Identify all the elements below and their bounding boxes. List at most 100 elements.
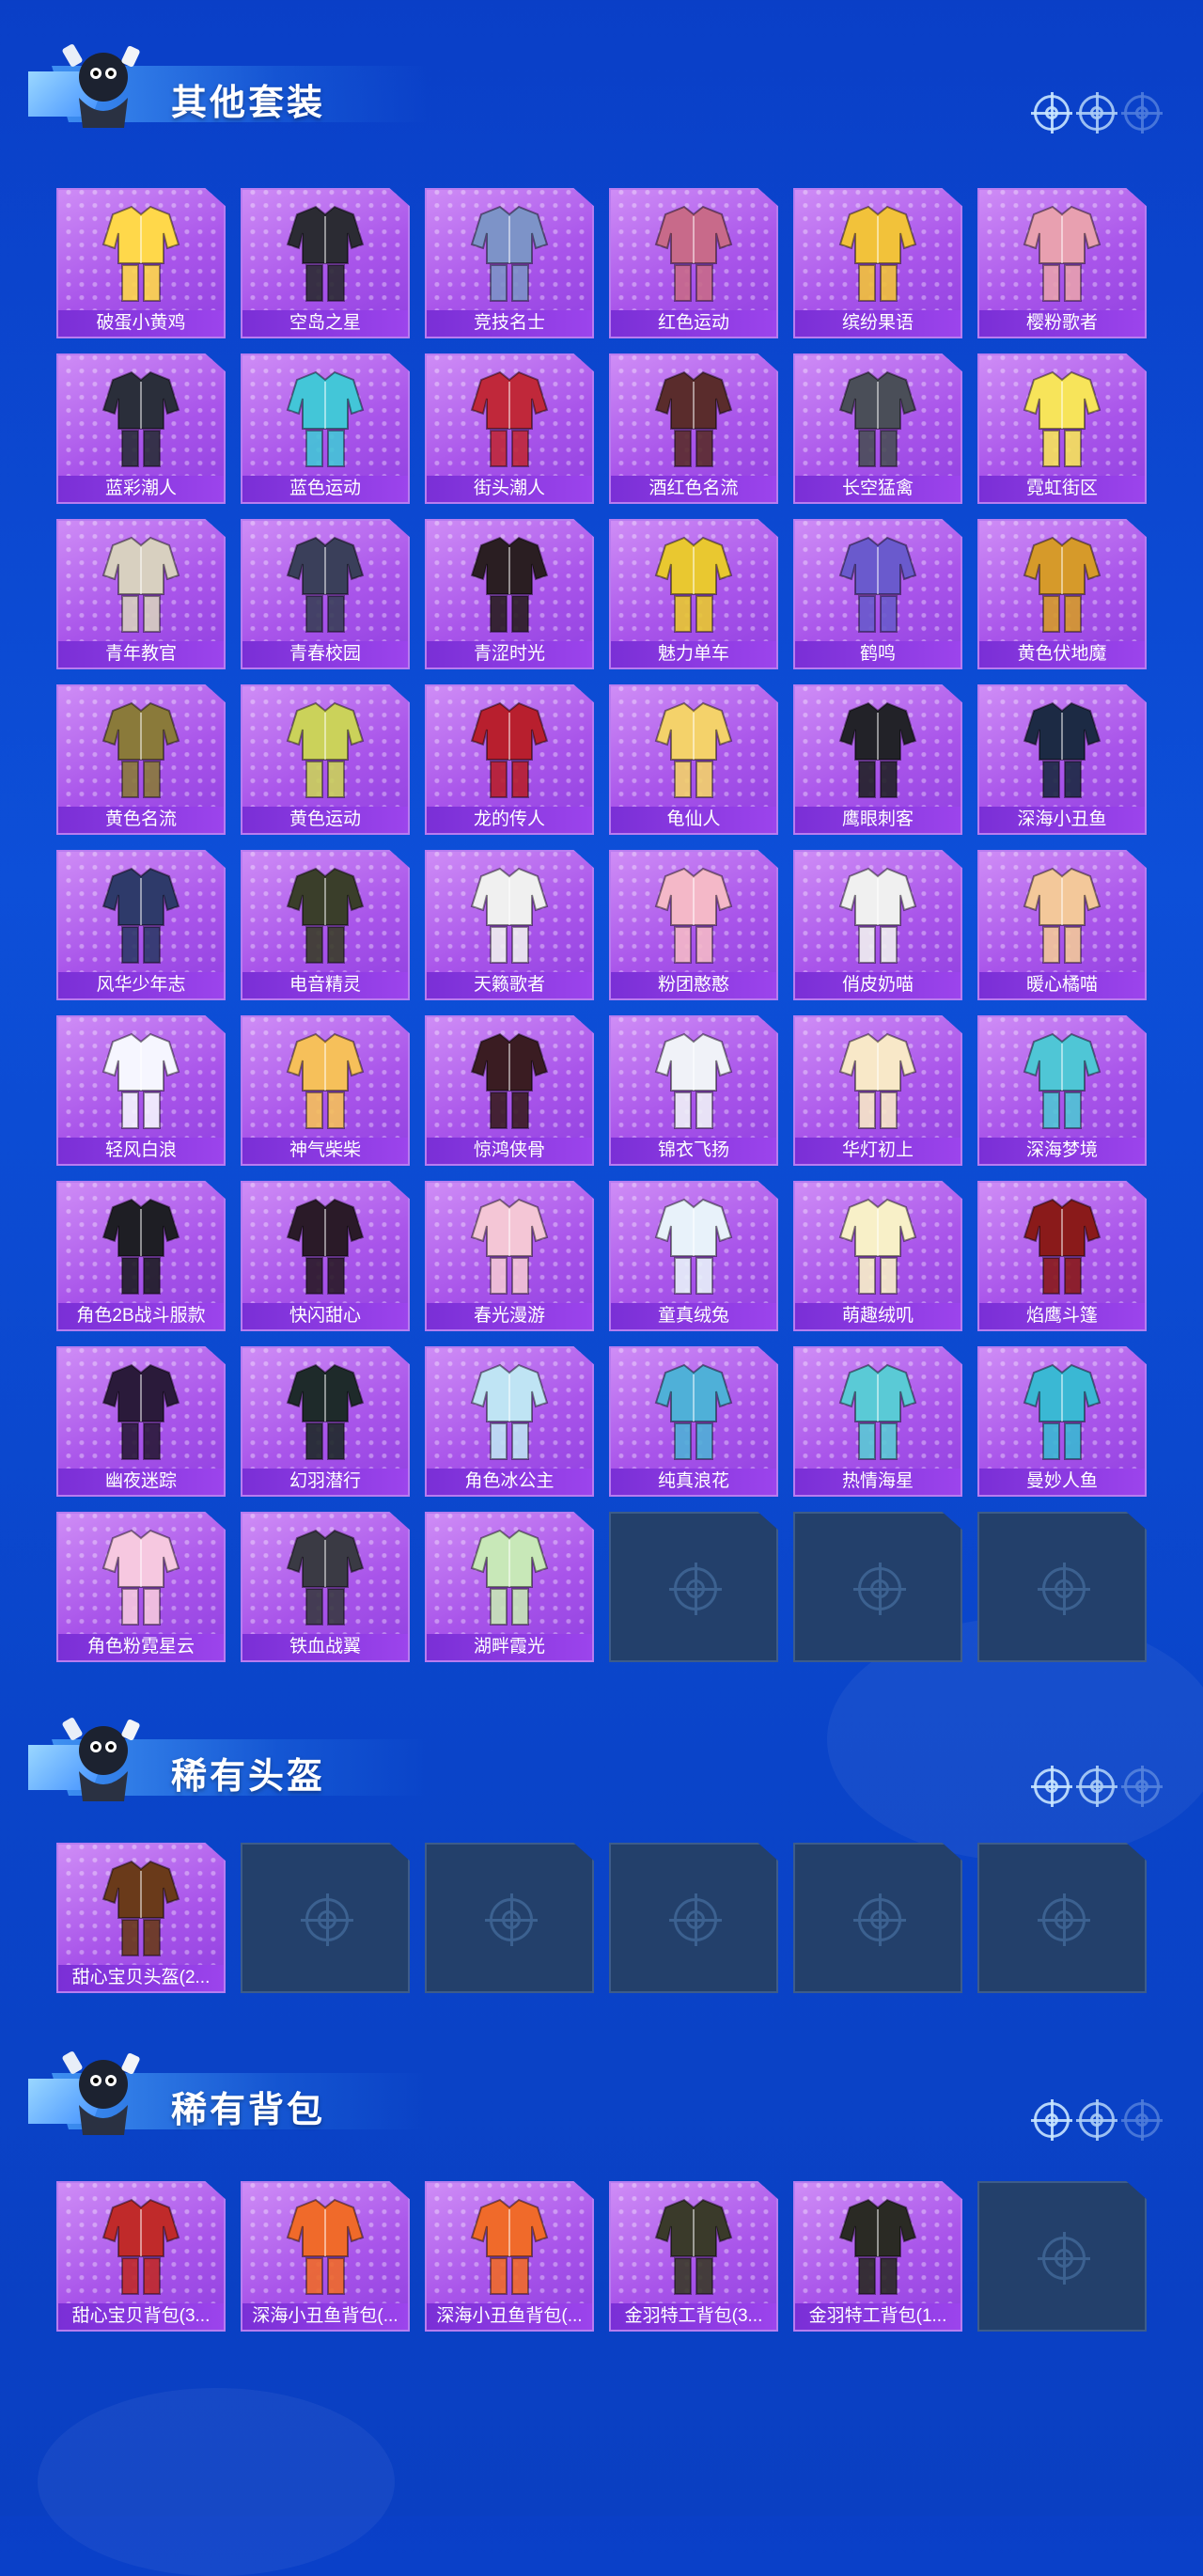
item-label: 童真绒兔	[611, 1303, 776, 1329]
item-card[interactable]: 青年教官	[56, 519, 226, 669]
item-card[interactable]: 缤纷果语	[793, 188, 962, 338]
item-card[interactable]: 天籁歌者	[425, 850, 594, 1000]
iron-armor-icon	[269, 1519, 382, 1630]
item-card[interactable]: 街头潮人	[425, 353, 594, 504]
item-label: 华灯初上	[795, 1138, 961, 1164]
item-card[interactable]: 金羽特工背包(3...	[609, 2181, 778, 2332]
item-card[interactable]: 快闪甜心	[241, 1181, 410, 1331]
item-label: 黄色名流	[58, 807, 224, 833]
item-card[interactable]: 热情海星	[793, 1346, 962, 1497]
item-label: 龙的传人	[427, 807, 592, 833]
bunny-outfit-icon	[637, 1188, 750, 1299]
item-card[interactable]: 长空猛禽	[793, 353, 962, 504]
floral-jacket-icon	[453, 1188, 566, 1299]
item-card[interactable]: 俏皮奶喵	[793, 850, 962, 1000]
black-red-uniform-icon	[453, 526, 566, 637]
item-card[interactable]: 鹤鸣	[793, 519, 962, 669]
item-card[interactable]: 蓝彩潮人	[56, 353, 226, 504]
item-card[interactable]: 竞技名士	[425, 188, 594, 338]
item-card[interactable]: 黄色名流	[56, 684, 226, 835]
item-card[interactable]: 金羽特工背包(1...	[793, 2181, 962, 2332]
item-card[interactable]: 甜心宝贝背包(3...	[56, 2181, 226, 2332]
item-card[interactable]: 角色粉霓星云	[56, 1512, 226, 1662]
diving-suit-icon	[1006, 692, 1118, 803]
item-card[interactable]: 空岛之星	[241, 188, 410, 338]
item-label: 锦衣飞扬	[611, 1138, 776, 1164]
clownfish-backpack-icon	[269, 2189, 382, 2300]
item-card[interactable]: 风华少年志	[56, 850, 226, 1000]
item-grid: 甜心宝贝背包(3... 深海小丑鱼背包(... 深海小丑鱼背包(... 金羽特工背包(…	[56, 2181, 1147, 2347]
item-card[interactable]: 霓虹街区	[977, 353, 1147, 504]
item-card[interactable]: 轻风白浪	[56, 1015, 226, 1166]
item-label: 神气柴柴	[242, 1138, 408, 1164]
item-card[interactable]: 角色2B战斗服款	[56, 1181, 226, 1331]
item-card[interactable]: 角色冰公主	[425, 1346, 594, 1497]
item-card[interactable]: 破蛋小黄鸡	[56, 188, 226, 338]
item-card[interactable]: 电音精灵	[241, 850, 410, 1000]
item-card[interactable]: 酒红色名流	[609, 353, 778, 504]
item-card[interactable]: 红色运动	[609, 188, 778, 338]
cake-backpack-icon	[85, 2189, 197, 2300]
crosshair-icon	[853, 1893, 906, 1946]
item-card[interactable]: 粉团憨憨	[609, 850, 778, 1000]
item-card[interactable]: 华灯初上	[793, 1015, 962, 1166]
item-label: 幽夜迷踪	[58, 1469, 224, 1495]
school-uniform-icon	[269, 526, 382, 637]
crosshair-icon	[669, 1893, 722, 1946]
crosshair-icon	[1121, 2099, 1163, 2141]
item-card[interactable]: 樱粉歌者	[977, 188, 1147, 338]
item-card[interactable]: 锦衣飞扬	[609, 1015, 778, 1166]
neon-outfit-icon	[1006, 361, 1118, 472]
item-card[interactable]: 暖心橘喵	[977, 850, 1147, 1000]
item-label: 红色运动	[611, 310, 776, 337]
burgundy-suit-icon	[637, 361, 750, 472]
chick-costume-icon	[85, 196, 197, 306]
item-card[interactable]: 深海小丑鱼背包(...	[241, 2181, 410, 2332]
item-card[interactable]: 惊鸿侠骨	[425, 1015, 594, 1166]
item-card[interactable]: 龙的传人	[425, 684, 594, 835]
crosshair-icon	[1076, 92, 1117, 134]
item-card[interactable]: 深海梦境	[977, 1015, 1147, 1166]
item-card[interactable]: 魅力单车	[609, 519, 778, 669]
clownfish-backpack-icon	[453, 2189, 566, 2300]
item-card[interactable]: 幻羽潜行	[241, 1346, 410, 1497]
item-card[interactable]: 湖畔霞光	[425, 1512, 594, 1662]
item-label: 青年教官	[58, 641, 224, 668]
item-card[interactable]: 春光漫游	[425, 1181, 594, 1331]
item-card[interactable]: 龟仙人	[609, 684, 778, 835]
item-card[interactable]: 鹰眼刺客	[793, 684, 962, 835]
item-card[interactable]: 黄色伏地魔	[977, 519, 1147, 669]
item-card[interactable]: 蓝色运动	[241, 353, 410, 504]
item-card[interactable]: 青涩时光	[425, 519, 594, 669]
item-card[interactable]: 深海小丑鱼	[977, 684, 1147, 835]
item-label: 深海小丑鱼	[979, 807, 1145, 833]
item-label: 曼妙人鱼	[979, 1469, 1145, 1495]
white-lace-dress-icon	[85, 1023, 197, 1134]
cyan-jacket-icon	[269, 361, 382, 472]
mascot-icon	[58, 1711, 145, 1805]
item-card[interactable]: 纯真浪花	[609, 1346, 778, 1497]
item-card[interactable]: 曼妙人鱼	[977, 1346, 1147, 1497]
shadow-armor-icon	[85, 1354, 197, 1465]
item-card[interactable]: 青春校园	[241, 519, 410, 669]
item-label: 焰鹰斗篷	[979, 1303, 1145, 1329]
item-card[interactable]: 焰鹰斗篷	[977, 1181, 1147, 1331]
item-card[interactable]: 萌趣绒叽	[793, 1181, 962, 1331]
item-card[interactable]: 深海小丑鱼背包(...	[425, 2181, 594, 2332]
item-card[interactable]: 幽夜迷踪	[56, 1346, 226, 1497]
item-label: 角色粉霓星云	[58, 1634, 224, 1660]
empty-slot	[977, 1843, 1147, 1993]
empty-slot	[977, 2181, 1147, 2332]
item-card[interactable]: 童真绒兔	[609, 1181, 778, 1331]
item-card[interactable]: 黄色运动	[241, 684, 410, 835]
item-card[interactable]: 铁血战翼	[241, 1512, 410, 1662]
pink-pajama-icon	[637, 857, 750, 968]
ice-dress-icon	[453, 1354, 566, 1465]
pink-gown-icon	[85, 1519, 197, 1630]
item-card[interactable]: 神气柴柴	[241, 1015, 410, 1166]
hanfu-blue-icon	[85, 857, 197, 968]
item-card[interactable]: 甜心宝贝头盔(2...	[56, 1843, 226, 1993]
crosshair-decoration	[1031, 1763, 1175, 1810]
item-grid: 破蛋小黄鸡 空岛之星 竞技名士 红色运动 缤纷果语 樱粉歌者蓝彩潮人 蓝色运动 街头潮人 酒红色…	[56, 188, 1147, 1677]
item-label: 酒红色名流	[611, 476, 776, 502]
